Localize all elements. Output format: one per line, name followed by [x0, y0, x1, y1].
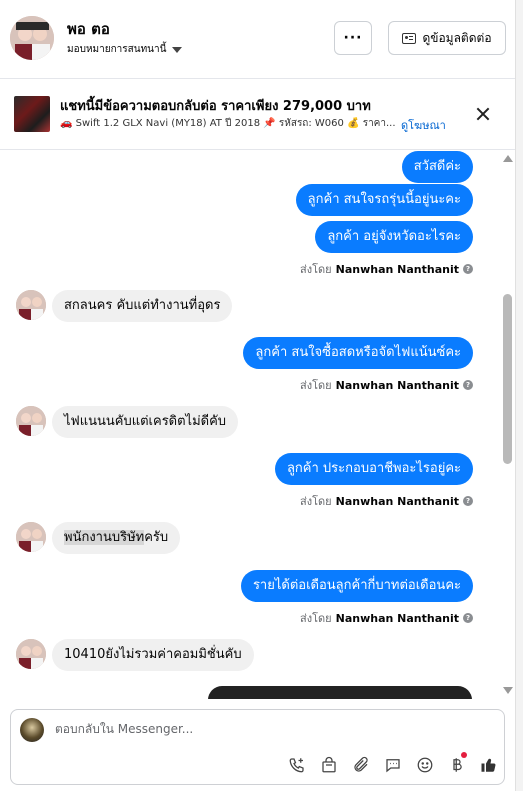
- contact-name[interactable]: พอ ตอ: [67, 17, 110, 41]
- message-text: ครับ: [144, 530, 169, 545]
- message-composer: [10, 709, 505, 785]
- incoming-message: 10410ยังไม่รวมค่าคอมมิชั่นคับ: [52, 639, 254, 671]
- info-icon[interactable]: ?: [463, 380, 473, 390]
- contact-avatar[interactable]: [10, 16, 54, 60]
- outgoing-message: สวัสดีค่ะ: [401, 151, 473, 183]
- close-ad-banner-icon[interactable]: [474, 105, 492, 123]
- view-ad-link[interactable]: ดูโฆษณา: [401, 116, 446, 134]
- sender-name: Nanwhan Nanthanit: [335, 494, 459, 508]
- contact-avatar-small: [16, 406, 46, 436]
- sent-by-label: ส่งโดย Nanwhan Nanthanit ?: [300, 376, 473, 394]
- sender-name: Nanwhan Nanthanit: [335, 262, 459, 276]
- contact-avatar-small: [16, 522, 46, 552]
- sent-by-label: ส่งโดย Nanwhan Nanthanit ?: [300, 609, 473, 627]
- sent-by-label: ส่งโดย Nanwhan Nanthanit ?: [300, 260, 473, 278]
- outgoing-message: ลูกค้า ประกอบอาชีพอะไรอยู่คะ: [274, 453, 473, 485]
- composer-toolbar: [281, 752, 505, 778]
- sent-by-label: ส่งโดย Nanwhan Nanthanit ?: [300, 492, 473, 510]
- view-contact-info-label: ดูข้อมูลติดต่อ: [422, 30, 492, 45]
- media-message-preview[interactable]: [208, 686, 472, 699]
- sender-name: Nanwhan Nanthanit: [335, 378, 459, 392]
- assign-conversation-dropdown[interactable]: มอบหมายการสนทนานี้: [67, 42, 183, 57]
- more-options-button[interactable]: ···: [334, 21, 372, 55]
- caret-down-icon: [172, 46, 183, 53]
- scroll-down-arrow-icon[interactable]: [503, 687, 513, 694]
- sender-name: Nanwhan Nanthanit: [335, 611, 459, 625]
- saved-replies-icon[interactable]: [377, 752, 409, 778]
- outgoing-message: ลูกค้า สนใจรถรุ่นนี้อยู่นะคะ: [295, 184, 473, 216]
- like-thumb-icon[interactable]: [473, 752, 505, 778]
- payment-baht-icon[interactable]: [441, 752, 473, 778]
- ad-subtitle: 🚗 Swift 1.2 GLX Navi (MY18) AT ปี 2018 📌…: [60, 118, 396, 129]
- call-add-icon[interactable]: [281, 752, 313, 778]
- attachment-icon[interactable]: [345, 752, 377, 778]
- shop-bag-icon[interactable]: [313, 752, 345, 778]
- window-edge: [515, 0, 523, 791]
- view-contact-info-button[interactable]: ดูข้อมูลติดต่อ: [388, 21, 506, 55]
- contact-card-icon: [402, 32, 417, 44]
- conversation-header: พอ ตอ มอบหมายการสนทนานี้ ··· ดูข้อมูลติด…: [0, 0, 515, 79]
- sent-by-prefix: ส่งโดย: [300, 495, 332, 508]
- info-icon[interactable]: ?: [463, 264, 473, 274]
- incoming-message: พนักงานบริษัทครับ: [52, 522, 181, 554]
- ad-thumbnail: [14, 96, 50, 132]
- outgoing-message: รายได้ต่อเดือนลูกค้ากี่บาทต่อเดือนคะ: [240, 570, 473, 602]
- info-icon[interactable]: ?: [463, 613, 473, 623]
- scrollbar-thumb[interactable]: [503, 294, 512, 464]
- incoming-message: ไฟแนนนคับแต่เครดิตไม่ดีคับ: [52, 406, 239, 438]
- page-avatar: [20, 718, 44, 742]
- notification-dot: [461, 752, 467, 758]
- emoji-icon[interactable]: [409, 752, 441, 778]
- sent-by-prefix: ส่งโดย: [300, 612, 332, 625]
- outgoing-message: ลูกค้า อยู่จังหวัดอะไรคะ: [315, 221, 473, 253]
- sent-by-prefix: ส่งโดย: [300, 379, 332, 392]
- contact-avatar-small: [16, 639, 46, 669]
- more-icon: ···: [343, 30, 363, 46]
- incoming-message: สกลนคร คับแต่ทำงานที่อุดร: [52, 290, 233, 322]
- scroll-up-arrow-icon[interactable]: [503, 155, 513, 162]
- ad-context-banner: แชทนี้มีข้อความตอบกลับต่อ ราคาเพียง 279,…: [0, 80, 515, 150]
- message-list[interactable]: สวัสดีค่ะ ลูกค้า สนใจรถรุ่นนี้อยู่นะคะ ล…: [0, 151, 498, 699]
- sent-by-prefix: ส่งโดย: [300, 263, 332, 276]
- contact-avatar-small: [16, 290, 46, 320]
- info-icon[interactable]: ?: [463, 496, 473, 506]
- ad-title: แชทนี้มีข้อความตอบกลับต่อ ราคาเพียง 279,…: [60, 99, 371, 114]
- reply-input[interactable]: [55, 722, 475, 736]
- selected-text: พนักงานบริษัท: [64, 530, 145, 545]
- outgoing-message: ลูกค้า สนใจซื้อสดหรือจัดไฟแน้นซ์คะ: [243, 337, 473, 369]
- assign-label: มอบหมายการสนทนานี้: [67, 44, 167, 55]
